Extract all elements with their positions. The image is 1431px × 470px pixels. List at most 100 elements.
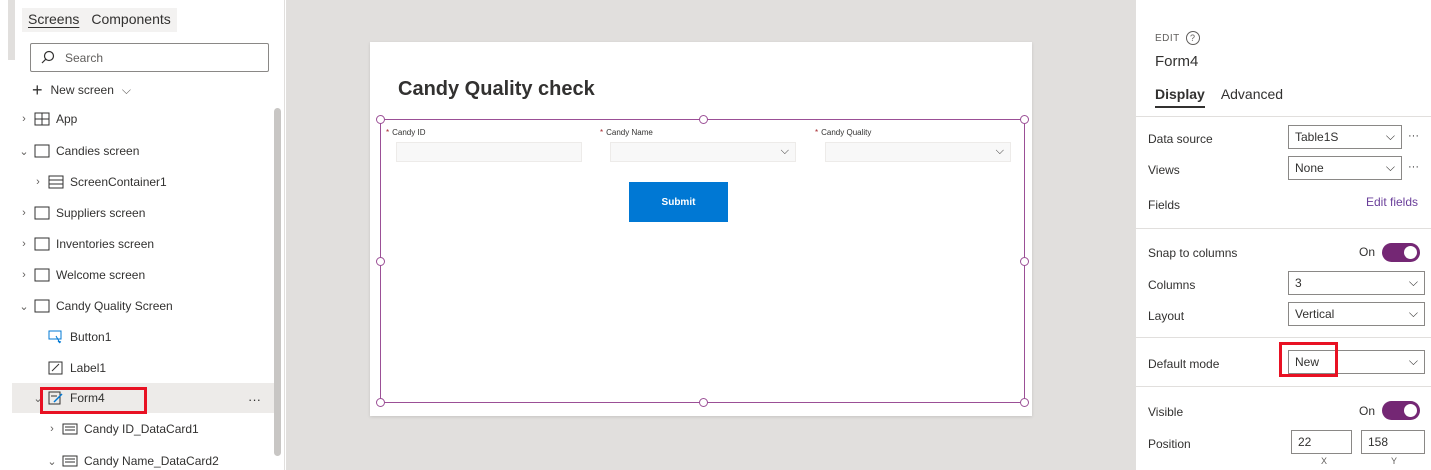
visible-toggle[interactable] [1382, 401, 1420, 420]
tree-item-label: Welcome screen [56, 268, 146, 282]
visible-value: On [1359, 404, 1376, 418]
search-icon [41, 50, 55, 64]
form4-highlight-box [40, 387, 147, 414]
tab-screens[interactable]: Screens [22, 8, 85, 32]
chevron-right-icon[interactable]: › [16, 269, 32, 281]
more-options-icon[interactable]: ··· [248, 392, 261, 407]
views-label: Views [1148, 163, 1180, 177]
search-input[interactable]: Search [30, 43, 269, 72]
resize-handle[interactable] [699, 115, 708, 124]
data-source-label: Data source [1148, 132, 1213, 146]
property-tabs: Display Advanced [1155, 86, 1283, 108]
tab-advanced[interactable]: Advanced [1221, 86, 1283, 108]
columns-dropdown[interactable]: 3 ⌵ [1288, 271, 1425, 295]
help-icon[interactable]: ? [1185, 31, 1200, 45]
views-dropdown[interactable]: None ⌵ [1288, 156, 1402, 180]
divider [1136, 386, 1431, 387]
divider [1136, 116, 1431, 117]
resize-handle[interactable] [699, 398, 708, 407]
tree-item[interactable]: › ScreenContainer1 [12, 167, 274, 197]
divider [1136, 337, 1431, 338]
edit-fields-link[interactable]: Edit fields [1366, 195, 1418, 209]
tree-item[interactable]: ⌄ Candies screen [12, 136, 274, 166]
tree-item[interactable]: Label1 [12, 353, 274, 383]
position-x-input[interactable]: 22 [1291, 430, 1352, 454]
tree-item-label: Label1 [70, 361, 107, 375]
tab-display[interactable]: Display [1155, 86, 1205, 108]
chevron-right-icon[interactable]: › [16, 238, 32, 250]
edit-header: EDIT ? [1155, 31, 1200, 45]
tree-item[interactable]: › Inventories screen [12, 229, 274, 259]
more-icon[interactable]: ··· [1408, 161, 1419, 173]
snap-toggle[interactable] [1382, 243, 1420, 262]
tab-components[interactable]: Components [85, 8, 176, 32]
position-y-input[interactable]: 158 [1361, 430, 1425, 454]
screen-title[interactable]: Candy Quality check [398, 78, 595, 101]
chevron-down-icon: ⌵ [995, 145, 1004, 157]
snap-value: On [1359, 245, 1376, 259]
resize-handle[interactable] [376, 257, 385, 266]
chevron-right-icon[interactable]: › [16, 207, 32, 219]
tree-item-label: Candies screen [56, 144, 140, 158]
screen-icon [34, 237, 50, 251]
app-screen[interactable]: Candy Quality check * Candy ID * Candy Nam… [370, 42, 1032, 416]
tree-item[interactable]: › App [12, 104, 274, 134]
layout-dropdown[interactable]: Vertical ⌵ [1288, 302, 1425, 326]
new-screen-label: New screen [50, 83, 114, 97]
screen-icon [34, 144, 50, 158]
candy-id-input[interactable] [396, 142, 582, 162]
tree-item[interactable]: Button1 [12, 322, 274, 352]
submit-button[interactable]: Submit [629, 182, 728, 222]
tree-item[interactable]: › Suppliers screen [12, 198, 274, 228]
button-icon [48, 330, 64, 344]
resize-handle[interactable] [1020, 257, 1029, 266]
y-caption: Y [1391, 456, 1398, 466]
candy-name-label: * Candy Name [600, 128, 653, 137]
default-mode-label: Default mode [1148, 357, 1220, 371]
more-icon[interactable]: ··· [1408, 130, 1419, 142]
tree-item-label: Inventories screen [56, 237, 155, 251]
chevron-down-icon[interactable]: ⌄ [16, 145, 32, 158]
tree-scrollbar[interactable] [274, 108, 281, 456]
scrollbar-top[interactable] [8, 0, 15, 60]
chevron-down-icon[interactable]: ⌄ [16, 300, 32, 313]
tree-item-label: Suppliers screen [56, 206, 146, 220]
tree-tabs: Screens Components [22, 8, 177, 32]
tree-item[interactable]: › Candy ID_DataCard1 [12, 414, 274, 444]
app-icon [34, 112, 50, 126]
divider [1136, 228, 1431, 229]
form-control[interactable]: * Candy ID * Candy Name ⌵ * Candy Quality ⌵ [376, 115, 1029, 407]
chevron-down-icon: ⌵ [1385, 129, 1395, 143]
columns-label: Columns [1148, 278, 1196, 292]
fields-label: Fields [1148, 198, 1181, 212]
resize-handle[interactable] [1020, 398, 1029, 407]
search-placeholder: Search [65, 51, 104, 65]
tree-item[interactable]: › Welcome screen [12, 260, 274, 290]
tree-item-label: ScreenContainer1 [70, 175, 167, 189]
chevron-right-icon[interactable]: › [30, 176, 46, 188]
chevron-right-icon[interactable]: › [16, 113, 32, 125]
new-screen-button[interactable]: + New screen ⌵ [32, 80, 131, 100]
candy-quality-dropdown[interactable]: ⌵ [825, 142, 1011, 162]
tree-item[interactable]: ⌄ Candy Name_DataCard2 [12, 446, 274, 470]
screen-icon [34, 299, 50, 313]
chevron-down-icon[interactable]: ⌄ [44, 455, 60, 468]
label-icon [48, 361, 64, 375]
chevron-down-icon: ⌵ [1408, 354, 1418, 368]
resize-handle[interactable] [376, 115, 385, 124]
candy-id-label: * Candy ID [386, 128, 426, 137]
resize-handle[interactable] [1020, 115, 1029, 124]
data-source-dropdown[interactable]: Table1S ⌵ [1288, 125, 1402, 149]
candy-quality-label: * Candy Quality [815, 128, 872, 137]
visible-label: Visible [1148, 405, 1184, 419]
card-icon [62, 454, 78, 468]
default-mode-highlight-box [1279, 342, 1338, 377]
candy-name-dropdown[interactable]: ⌵ [610, 142, 796, 162]
tree-item-label: Candy ID_DataCard1 [84, 422, 199, 436]
chevron-right-icon[interactable]: › [44, 423, 60, 435]
tree-item[interactable]: ⌄ Candy Quality Screen [12, 291, 274, 321]
design-canvas[interactable]: Candy Quality check * Candy ID * Candy Nam… [286, 0, 1135, 470]
control-name: Form4 [1155, 53, 1199, 70]
chevron-down-icon: ⌵ [1408, 275, 1418, 289]
resize-handle[interactable] [376, 398, 385, 407]
